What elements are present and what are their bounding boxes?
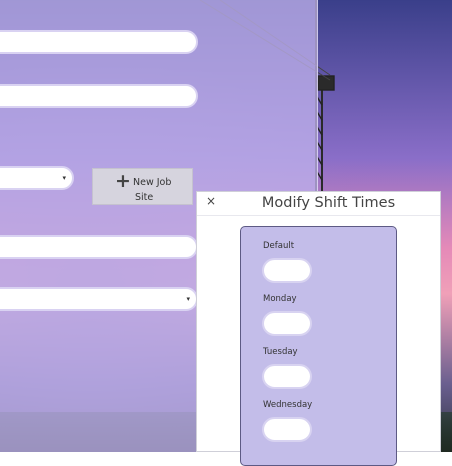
text-field-2[interactable]: [0, 84, 198, 108]
select-field[interactable]: ▾: [0, 287, 198, 311]
day-label-monday: Monday: [263, 294, 297, 304]
text-field-3[interactable]: [0, 235, 198, 259]
job-site-select[interactable]: ▾: [0, 166, 74, 190]
plus-icon: +: [115, 170, 131, 192]
chevron-down-icon: ▾: [62, 174, 66, 182]
shift-times-card: Default Monday Tuesday Wednesday: [240, 226, 397, 466]
text-field-1[interactable]: [0, 30, 198, 54]
add-job-site-button[interactable]: + New Job Site: [92, 168, 193, 205]
dialog-title: Modify Shift Times: [261, 195, 396, 211]
day-label-default: Default: [263, 241, 295, 251]
add-job-site-label-line2: Site: [135, 192, 154, 203]
day-label-tuesday: Tuesday: [263, 347, 298, 357]
monday-time-input[interactable]: [262, 311, 312, 336]
modify-shift-times-dialog: × Modify Shift Times Default Monday Tues…: [196, 191, 441, 466]
default-time-input[interactable]: [262, 258, 312, 283]
day-label-wednesday: Wednesday: [263, 400, 313, 410]
wednesday-time-input[interactable]: [262, 417, 312, 442]
add-job-site-label-line1: New Job: [133, 177, 172, 188]
chevron-down-icon: ▾: [186, 295, 190, 303]
tuesday-time-input[interactable]: [262, 364, 312, 389]
divider: [197, 215, 440, 216]
